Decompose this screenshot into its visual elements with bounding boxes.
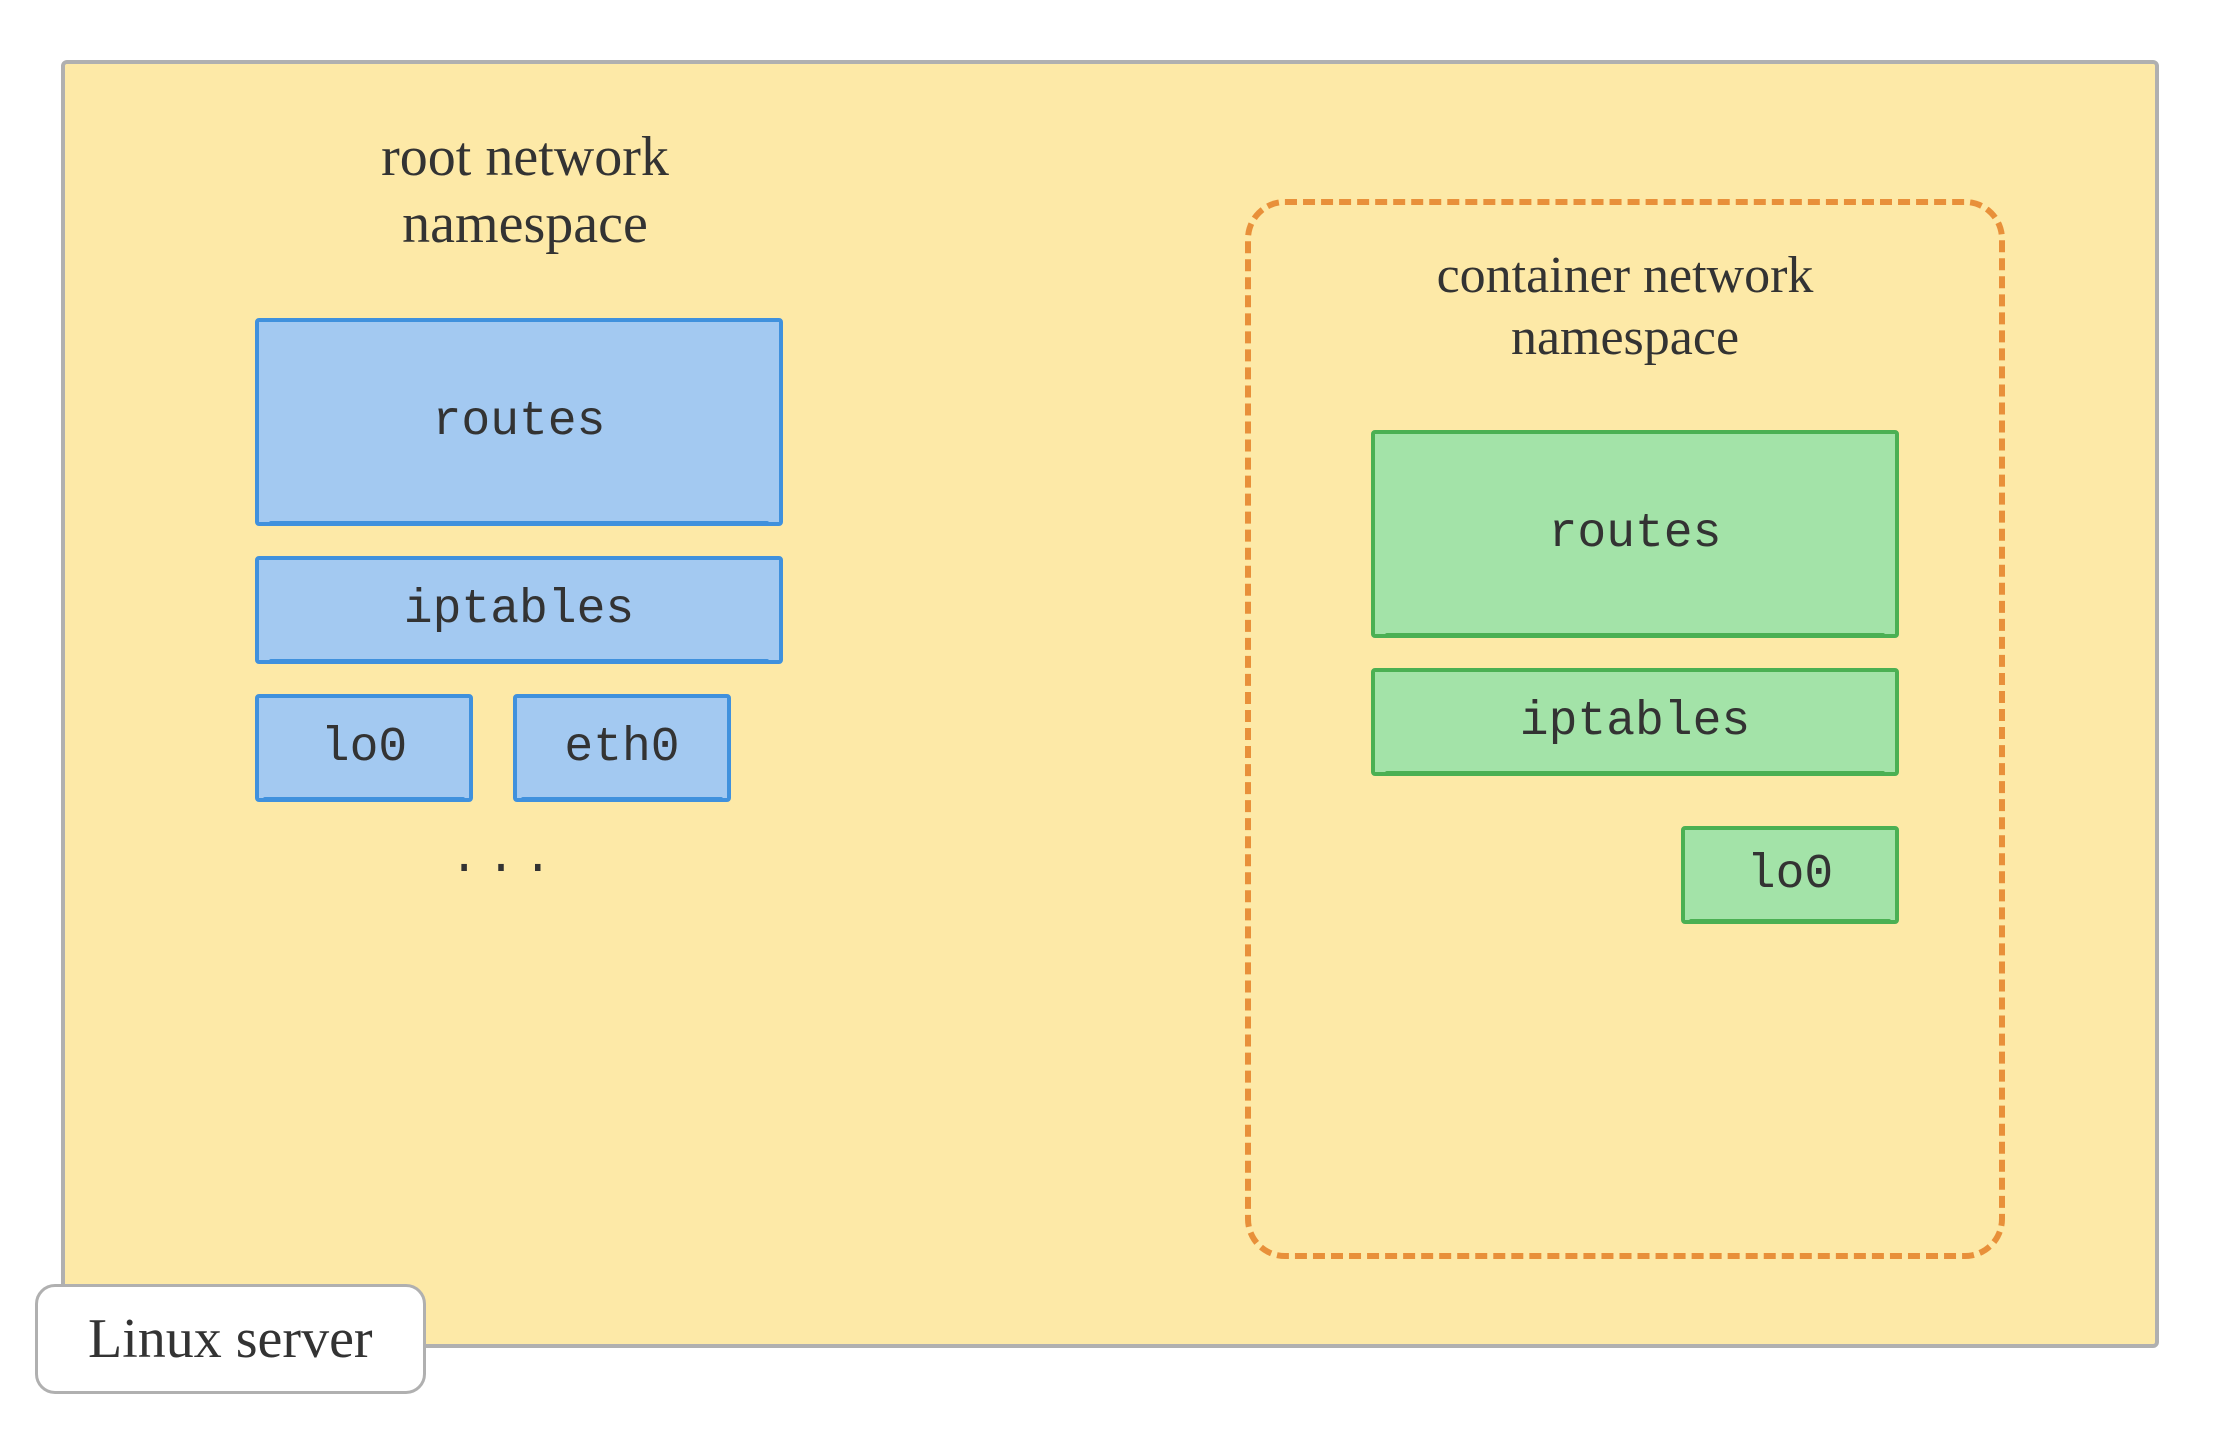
root-network-namespace: root network namespace routes iptables l… [215,124,835,886]
container-network-namespace: container network namespace routes iptab… [1245,199,2005,1259]
root-lo0-box: lo0 [255,694,473,802]
ctitle-line-1: container network [1437,247,1814,304]
ctitle-line-2: namespace [1511,309,1739,366]
root-lo0-label: lo0 [321,721,407,775]
server-label: Linux server [35,1284,426,1394]
root-iptables-label: iptables [404,583,634,637]
root-routes-box: routes [255,318,783,526]
container-lo0-label: lo0 [1747,848,1833,902]
root-eth0-label: eth0 [564,721,679,775]
server-label-text: Linux server [88,1308,373,1370]
container-routes-box: routes [1371,430,1899,638]
root-iptables-box: iptables [255,556,783,664]
container-lo0-box: lo0 [1681,826,1899,924]
container-routes-label: routes [1549,507,1722,561]
linux-server-box: root network namespace routes iptables l… [61,60,2159,1348]
container-namespace-title: container network namespace [1281,245,1969,370]
root-namespace-title: root network namespace [215,124,835,258]
container-iptables-label: iptables [1520,695,1750,749]
container-iptables-box: iptables [1371,668,1899,776]
root-interface-row: lo0 eth0 [255,694,835,802]
root-eth0-box: eth0 [513,694,731,802]
root-routes-label: routes [433,395,606,449]
root-ellipsis: ... [215,832,795,886]
title-line-2: namespace [402,193,648,255]
title-line-1: root network [381,126,669,188]
